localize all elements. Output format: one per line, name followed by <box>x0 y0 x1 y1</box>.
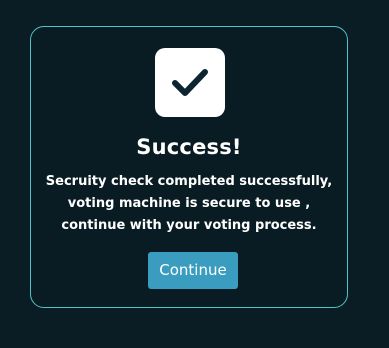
dialog-title: Success! <box>136 135 242 159</box>
dialog-message: Secruity check completed successfully, v… <box>41 171 337 237</box>
check-icon <box>172 68 208 96</box>
success-icon-container <box>155 48 225 117</box>
message-line: voting machine is secure to use , <box>67 196 311 211</box>
success-dialog: Success! Secruity check completed succes… <box>30 26 348 308</box>
continue-button[interactable]: Continue <box>148 252 238 289</box>
message-line: continue with your voting process. <box>61 218 317 233</box>
message-line: Secruity check completed successfully, <box>45 174 333 189</box>
